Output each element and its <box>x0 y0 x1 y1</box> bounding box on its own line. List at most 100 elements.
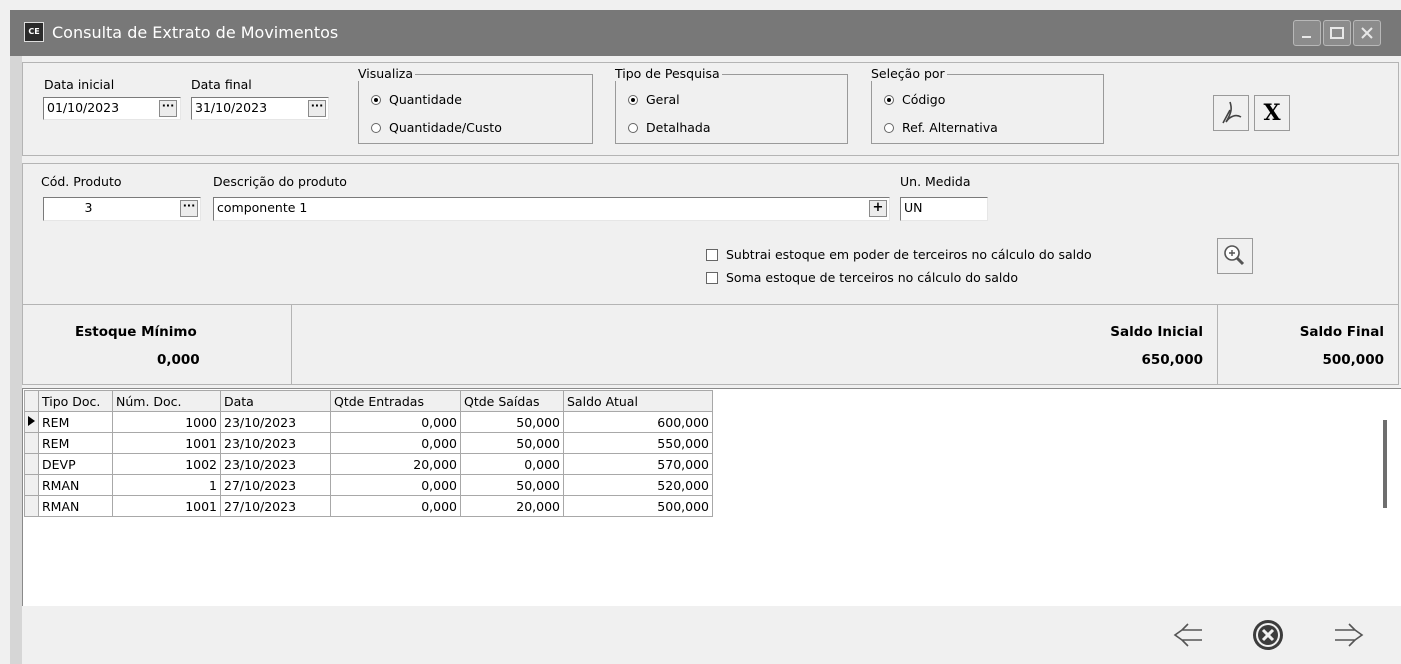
radio-detalhada[interactable]: Detalhada <box>628 120 711 135</box>
cod-produto-field[interactable]: 3 <box>43 197 201 221</box>
radio-unselected-icon <box>628 123 638 133</box>
radio-codigo[interactable]: Código <box>884 92 945 107</box>
table-cell[interactable]: 0,000 <box>330 432 461 454</box>
window: CE Consulta de Extrato de Movimentos Dat… <box>0 0 1401 664</box>
data-final-label: Data final <box>191 77 252 92</box>
table-cell[interactable]: 1001 <box>112 432 221 454</box>
table-cell[interactable]: 1001 <box>112 495 221 517</box>
saldo-final-value: 500,000 <box>1322 352 1385 368</box>
vertical-scrollbar[interactable] <box>1383 420 1387 508</box>
row-indicator <box>24 453 39 475</box>
table-row[interactable]: RMAN 1 27/10/2023 0,000 50,000 520,000 <box>24 474 713 496</box>
table-cell[interactable]: 1 <box>112 474 221 496</box>
arrow-left-icon[interactable] <box>1170 620 1210 650</box>
table-cell[interactable]: 1002 <box>112 453 221 475</box>
data-inicial-value: 01/10/2023 <box>47 100 120 115</box>
table-cell[interactable]: 570,000 <box>563 453 713 475</box>
table-cell[interactable]: 520,000 <box>563 474 713 496</box>
table-cell[interactable]: 600,000 <box>563 411 713 433</box>
cod-produto-search-button[interactable]: ··· <box>180 200 198 217</box>
radio-quantidade-custo[interactable]: Quantidade/Custo <box>371 120 502 135</box>
radio-quantidade-label: Quantidade <box>389 92 462 107</box>
radio-geral-label: Geral <box>646 92 680 107</box>
table-row[interactable]: DEVP 1002 23/10/2023 20,000 0,000 570,000 <box>24 453 713 475</box>
arrow-right-icon[interactable] <box>1330 620 1370 650</box>
search-zoom-button[interactable] <box>1217 238 1253 274</box>
table-row[interactable]: RMAN 1001 27/10/2023 0,000 20,000 500,000 <box>24 495 713 517</box>
minimize-icon <box>1302 36 1311 38</box>
minimize-button[interactable] <box>1293 20 1321 46</box>
table-cell[interactable]: 0,000 <box>330 411 461 433</box>
descricao-field[interactable]: componente 1 <box>213 197 890 221</box>
radio-geral[interactable]: Geral <box>628 92 680 107</box>
table-cell[interactable]: DEVP <box>38 453 113 475</box>
checkbox-subtrai-estoque[interactable]: Subtrai estoque em poder de terceiros no… <box>706 247 1092 262</box>
table-cell[interactable]: 550,000 <box>563 432 713 454</box>
cod-produto-label: Cód. Produto <box>41 174 122 189</box>
table-cell[interactable]: 0,000 <box>330 495 461 517</box>
movements-grid[interactable]: Tipo Doc. Núm. Doc. Data Qtde Entradas Q… <box>22 388 1401 606</box>
checkbox-soma-label: Soma estoque de terceiros no cálculo do … <box>726 270 1018 285</box>
un-medida-field[interactable]: UN <box>900 197 988 221</box>
row-indicator <box>24 411 39 433</box>
current-row-icon <box>28 415 35 426</box>
table-cell[interactable]: 1000 <box>112 411 221 433</box>
column-header[interactable]: Data <box>220 390 331 412</box>
table-cell[interactable]: 27/10/2023 <box>220 495 331 517</box>
descricao-expand-button[interactable]: + <box>869 200 887 217</box>
tipo-pesquisa-title: Tipo de Pesquisa <box>615 66 722 81</box>
export-excel-button[interactable]: X <box>1254 95 1290 131</box>
column-header[interactable]: Núm. Doc. <box>112 390 221 412</box>
data-final-picker-button[interactable]: ··· <box>308 100 326 117</box>
data-inicial-label: Data inicial <box>44 77 115 92</box>
close-button[interactable] <box>1353 20 1381 46</box>
saldo-inicial-label: Saldo Inicial <box>1110 324 1203 340</box>
table-cell[interactable]: 50,000 <box>460 411 564 433</box>
row-indicator <box>24 432 39 454</box>
table-cell[interactable]: REM <box>38 411 113 433</box>
checkbox-soma-estoque[interactable]: Soma estoque de terceiros no cálculo do … <box>706 270 1018 285</box>
data-inicial-picker-button[interactable]: ··· <box>159 100 177 117</box>
filters-panel: Data inicial 01/10/2023 ··· Data final 3… <box>22 62 1399 156</box>
table-cell[interactable]: REM <box>38 432 113 454</box>
radio-selected-icon <box>884 95 894 105</box>
cancel-icon[interactable] <box>1250 617 1286 653</box>
radio-ref-alternativa[interactable]: Ref. Alternativa <box>884 120 998 135</box>
maximize-icon <box>1330 27 1344 39</box>
table-cell[interactable]: 500,000 <box>563 495 713 517</box>
table-row[interactable]: REM 1001 23/10/2023 0,000 50,000 550,000 <box>24 432 713 454</box>
bottom-nav-bar <box>22 606 1401 664</box>
table-cell[interactable]: RMAN <box>38 474 113 496</box>
table-cell[interactable]: 50,000 <box>460 474 564 496</box>
export-pdf-button[interactable] <box>1213 95 1249 131</box>
radio-quantidade[interactable]: Quantidade <box>371 92 462 107</box>
row-indicator-header <box>24 390 39 412</box>
radio-quantidade-custo-label: Quantidade/Custo <box>389 120 502 135</box>
table-cell[interactable]: 50,000 <box>460 432 564 454</box>
table-cell[interactable]: 20,000 <box>460 495 564 517</box>
saldo-inicial-value: 650,000 <box>1141 352 1204 368</box>
title-bar: CE Consulta de Extrato de Movimentos <box>10 10 1401 56</box>
row-indicator <box>24 474 39 496</box>
column-header[interactable]: Qtde Saídas <box>460 390 564 412</box>
radio-detalhada-label: Detalhada <box>646 120 711 135</box>
descricao-value: componente 1 <box>217 200 308 215</box>
table-cell[interactable]: 23/10/2023 <box>220 453 331 475</box>
left-frame <box>10 56 22 664</box>
maximize-button[interactable] <box>1323 20 1351 46</box>
column-header[interactable]: Tipo Doc. <box>38 390 113 412</box>
table-cell[interactable]: 0,000 <box>460 453 564 475</box>
product-panel: Cód. Produto 3 ··· Descrição do produto … <box>22 163 1399 305</box>
table-row[interactable]: REM 1000 23/10/2023 0,000 50,000 600,000 <box>24 411 713 433</box>
checkbox-icon <box>706 272 718 284</box>
table-cell[interactable]: 0,000 <box>330 474 461 496</box>
column-header[interactable]: Qtde Entradas <box>330 390 461 412</box>
radio-unselected-icon <box>371 123 381 133</box>
table-cell[interactable]: 27/10/2023 <box>220 474 331 496</box>
table-cell[interactable]: 23/10/2023 <box>220 432 331 454</box>
table-cell[interactable]: 20,000 <box>330 453 461 475</box>
table-cell[interactable]: RMAN <box>38 495 113 517</box>
visualiza-group: Visualiza Quantidade Quantidade/Custo <box>358 66 593 144</box>
table-cell[interactable]: 23/10/2023 <box>220 411 331 433</box>
column-header[interactable]: Saldo Atual <box>563 390 713 412</box>
